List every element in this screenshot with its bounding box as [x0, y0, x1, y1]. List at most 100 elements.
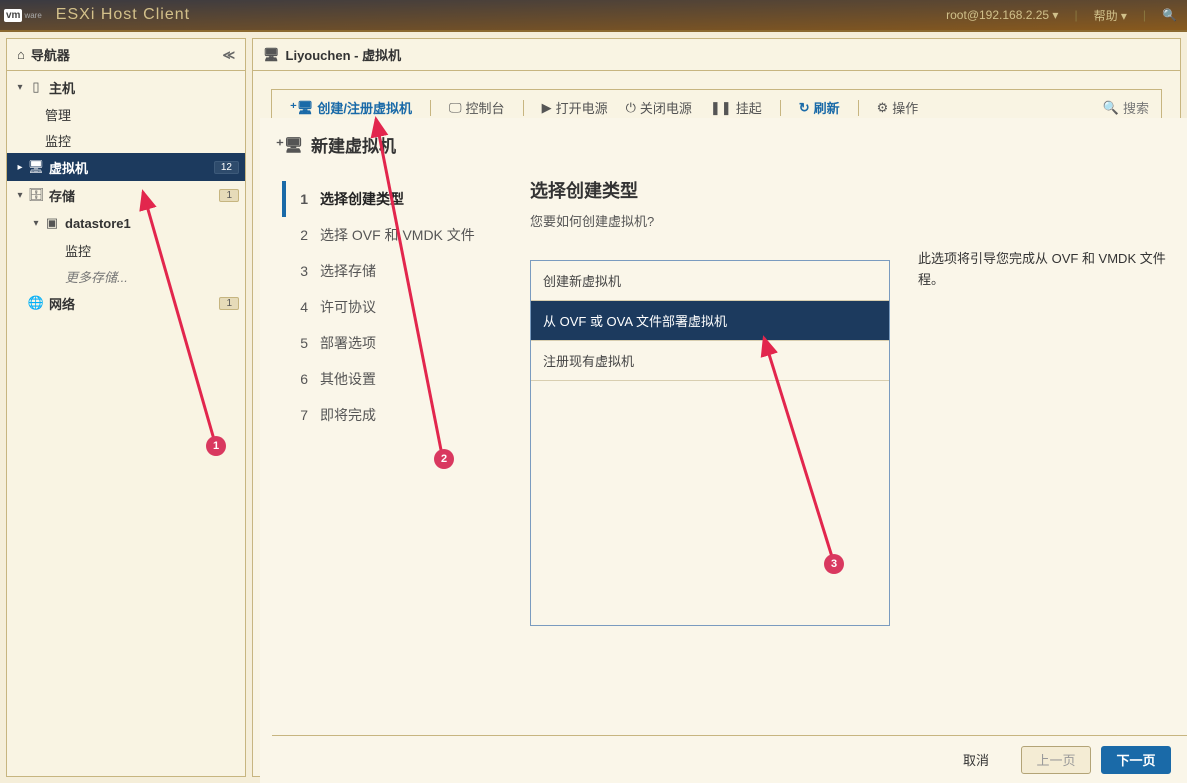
- next-button[interactable]: 下一页: [1101, 746, 1171, 774]
- sidebar-header: ⌂ 导航器 ≪: [7, 39, 245, 71]
- wizard-modal: ⁺🖥 新建虚拟机 1选择创建类型 2选择 OVF 和 VMDK 文件 3选择存储…: [260, 118, 1187, 783]
- step-label: 其他设置: [320, 369, 376, 389]
- vm-group-icon: 🖥: [263, 47, 280, 63]
- wizard-footer: 取消 上一页 下一页: [272, 735, 1187, 783]
- user-menu[interactable]: root@192.168.2.25 ▾: [946, 8, 1058, 22]
- search-icon: 🔍: [1103, 100, 1119, 116]
- poweroff-label: 关闭电源: [640, 98, 692, 117]
- wizard-main: 选择创建类型 您要如何创建虚拟机? 创建新虚拟机 从 OVF 或 OVA 文件部…: [502, 177, 1187, 735]
- network-icon: 🌐: [27, 295, 45, 311]
- option-create-new[interactable]: 创建新虚拟机: [531, 261, 889, 301]
- chevron-down-icon: ▾: [13, 82, 27, 93]
- tree-host-manage[interactable]: 管理: [7, 101, 245, 127]
- search-placeholder: 搜索: [1123, 98, 1149, 117]
- vm-count-badge: 12: [214, 161, 239, 174]
- poweron-label: 打开电源: [556, 98, 608, 117]
- wizard-step-2[interactable]: 2选择 OVF 和 VMDK 文件: [282, 217, 502, 253]
- annotation-3: 3: [824, 554, 844, 574]
- refresh-label: 刷新: [814, 98, 840, 117]
- storage-count-badge: 1: [219, 189, 239, 202]
- home-icon: ⌂: [17, 47, 25, 62]
- wizard-step-1[interactable]: 1选择创建类型: [282, 181, 502, 217]
- wizard-step-3[interactable]: 3选择存储: [282, 253, 502, 289]
- poweroff-button[interactable]: ⏻ 关闭电源: [620, 94, 698, 121]
- refresh-icon: ↻: [799, 100, 810, 116]
- wizard-main-title: 选择创建类型: [530, 177, 890, 203]
- create-icon: ⁺🖥: [290, 100, 313, 116]
- wizard-step-7[interactable]: 7即将完成: [282, 397, 502, 433]
- actions-button[interactable]: ⚙ 操作: [871, 94, 925, 121]
- collapse-icon[interactable]: ≪: [222, 48, 235, 62]
- new-vm-icon: ⁺🖥: [276, 136, 303, 154]
- prev-button[interactable]: 上一页: [1021, 746, 1091, 774]
- storage-icon: 🗄: [27, 187, 45, 203]
- tree-host[interactable]: ▾ ▯ 主机: [7, 73, 245, 101]
- pause-icon: ❚❚: [710, 100, 732, 116]
- wizard-step-5[interactable]: 5部署选项: [282, 325, 502, 361]
- console-icon: 🖵: [449, 100, 462, 116]
- suspend-button[interactable]: ❚❚ 挂起: [704, 94, 768, 121]
- header-right: root@192.168.2.25 ▾ | 帮助 ▾ | 🔍: [946, 7, 1187, 24]
- tree-host-monitor[interactable]: 监控: [7, 127, 245, 153]
- annotation-2: 2: [434, 449, 454, 469]
- step-label: 部署选项: [320, 333, 376, 353]
- tree-ds-monitor[interactable]: 监控: [7, 237, 245, 263]
- vm-icon: 🖥: [27, 159, 45, 175]
- power-icon: ⏻: [626, 100, 636, 116]
- wizard-step-4[interactable]: 4许可协议: [282, 289, 502, 325]
- console-button[interactable]: 🖵 控制台: [443, 94, 511, 121]
- wizard: ⁺🖥 新建虚拟机 1选择创建类型 2选择 OVF 和 VMDK 文件 3选择存储…: [260, 118, 1187, 783]
- wizard-step-6[interactable]: 6其他设置: [282, 361, 502, 397]
- tree-datastore1[interactable]: ▾ ▣ datastore1: [7, 209, 245, 237]
- create-vm-button[interactable]: ⁺🖥 创建/注册虚拟机: [284, 94, 418, 121]
- step-label: 即将完成: [320, 405, 376, 425]
- create-label: 创建/注册虚拟机: [317, 98, 412, 117]
- sidebar-title: 导航器: [31, 45, 70, 64]
- storage-label: 存储: [45, 186, 219, 205]
- poweron-button[interactable]: ▶ 打开电源: [536, 94, 614, 121]
- header-sep: |: [1074, 8, 1077, 22]
- play-icon: ▶: [542, 100, 552, 116]
- sidebar: ⌂ 导航器 ≪ ▾ ▯ 主机 管理 监控 ▸ 🖥 虚拟机 12 ▾ 🗄 存储: [6, 38, 246, 777]
- chevron-down-icon: ▾: [13, 190, 27, 201]
- step-label: 选择创建类型: [320, 189, 404, 209]
- datastore1-label: datastore1: [61, 216, 239, 231]
- wizard-main-subtitle: 您要如何创建虚拟机?: [530, 211, 890, 230]
- option-register-existing[interactable]: 注册现有虚拟机: [531, 341, 889, 381]
- actions-label: 操作: [892, 98, 918, 117]
- step-label: 选择 OVF 和 VMDK 文件: [320, 225, 475, 245]
- tree-vm[interactable]: ▸ 🖥 虚拟机 12: [7, 153, 245, 181]
- suspend-label: 挂起: [736, 98, 762, 117]
- network-label: 网络: [45, 294, 219, 313]
- annotation-1: 1: [206, 436, 226, 456]
- network-count-badge: 1: [219, 297, 239, 310]
- product-title: ESXi Host Client: [56, 6, 190, 24]
- content-header: 🖥 Liyouchen - 虚拟机: [253, 39, 1180, 71]
- toolbar-sep: [780, 100, 781, 116]
- tree-ds-more[interactable]: 更多存储...: [7, 263, 245, 289]
- option-filler: [531, 381, 889, 625]
- refresh-button[interactable]: ↻ 刷新: [793, 94, 846, 121]
- toolbar-sep: [858, 100, 859, 116]
- wizard-steps: 1选择创建类型 2选择 OVF 和 VMDK 文件 3选择存储 4许可协议 5部…: [282, 177, 502, 735]
- step-label: 选择存储: [320, 261, 376, 281]
- chevron-down-icon: ▾: [29, 218, 43, 229]
- header-sep2: |: [1143, 8, 1146, 22]
- wizard-body: 1选择创建类型 2选择 OVF 和 VMDK 文件 3选择存储 4许可协议 5部…: [272, 167, 1187, 735]
- chevron-right-icon: ▸: [13, 162, 27, 173]
- gear-icon: ⚙: [877, 100, 889, 116]
- wizard-description: 此选项将引导您完成从 OVF 和 VMDK 文件程。: [918, 177, 1171, 735]
- search-box[interactable]: 🔍 搜索: [1103, 98, 1149, 117]
- tree-network[interactable]: 🌐 网络 1: [7, 289, 245, 317]
- vm-label: 虚拟机: [45, 158, 214, 177]
- wizard-title: ⁺🖥 新建虚拟机: [272, 126, 1187, 167]
- tree-storage[interactable]: ▾ 🗄 存储 1: [7, 181, 245, 209]
- breadcrumb: Liyouchen - 虚拟机: [286, 45, 402, 64]
- cancel-button[interactable]: 取消: [941, 746, 1011, 774]
- toolbar-sep: [523, 100, 524, 116]
- host-icon: ▯: [27, 79, 45, 95]
- search-icon[interactable]: 🔍: [1162, 8, 1177, 22]
- option-deploy-ovf[interactable]: 从 OVF 或 OVA 文件部署虚拟机: [531, 301, 889, 341]
- console-label: 控制台: [466, 98, 505, 117]
- help-menu[interactable]: 帮助 ▾: [1094, 7, 1127, 24]
